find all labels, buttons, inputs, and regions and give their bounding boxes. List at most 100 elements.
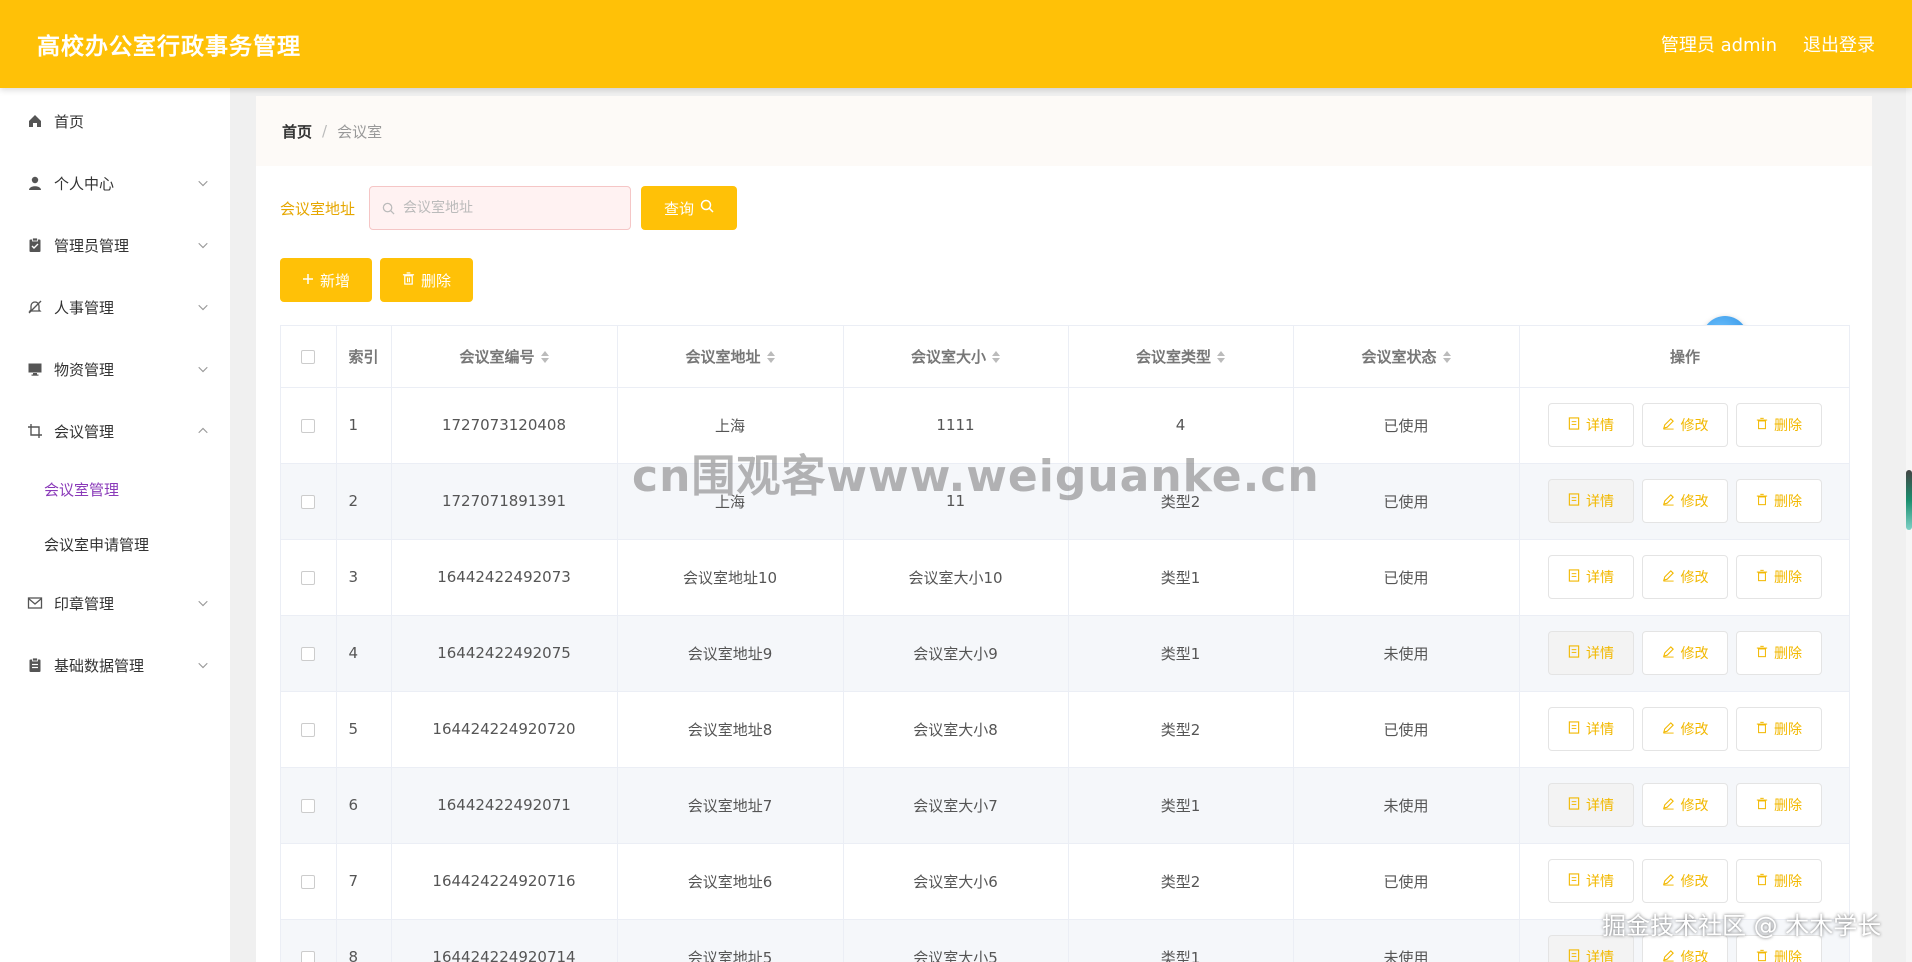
detail-button[interactable]: 详情 [1548, 631, 1634, 675]
search-input-wrapper[interactable] [369, 186, 632, 230]
breadcrumb: 首页 / 会议室 [256, 96, 1872, 166]
address-search-input[interactable] [403, 200, 614, 216]
chevron-down-icon [196, 300, 210, 314]
cell-code: 16442422492071 [391, 767, 618, 844]
cell-code: 1727071891391 [391, 463, 618, 540]
sort-caret-icon[interactable] [1442, 351, 1451, 364]
column-header-2[interactable]: 会议室地址 [617, 326, 844, 388]
batch-delete-button[interactable]: 删除 [380, 258, 474, 302]
document-icon [1568, 948, 1580, 962]
sidebar-item-items-4[interactable]: 物资管理 [0, 338, 230, 400]
sort-caret-icon[interactable] [540, 351, 549, 364]
table-row[interactable]: 4 16442422492075 会议室地址9 会议室大小9 类型1 未使用 详情 修改 删除 [281, 615, 1849, 692]
cell-type: 类型1 [1068, 919, 1294, 962]
cell-address: 会议室地址9 [617, 615, 844, 692]
detail-button[interactable]: 详情 [1548, 783, 1634, 827]
delete-button[interactable]: 删除 [1736, 403, 1822, 447]
app-title: 高校办公室行政事务管理 [37, 34, 301, 60]
search-icon [700, 199, 714, 217]
edit-button-label: 修改 [1680, 494, 1709, 510]
page-scrollbar-thumb[interactable] [1906, 470, 1912, 530]
clipboard-list-icon [26, 656, 44, 674]
logout-link[interactable]: 退出登录 [1803, 31, 1875, 57]
breadcrumb-home[interactable]: 首页 [282, 121, 312, 142]
sidebar-item-items-5[interactable]: 会议管理 [0, 400, 230, 462]
sidebar-item-items-3[interactable]: 人事管理 [0, 276, 230, 338]
row-checkbox[interactable] [301, 418, 316, 433]
row-checkbox[interactable] [301, 570, 316, 585]
edit-button[interactable]: 修改 [1642, 707, 1728, 751]
cell-address: 会议室地址5 [617, 919, 844, 962]
cell-index: 4 [336, 615, 392, 692]
sort-caret-icon[interactable] [992, 351, 1000, 364]
submenu-item-0[interactable]: 会议室管理 [0, 462, 230, 517]
column-header-5[interactable]: 会议室状态 [1293, 326, 1520, 388]
cell-type: 类型2 [1068, 843, 1294, 920]
edit-button-label: 修改 [1680, 418, 1709, 434]
sidebar-item-items_after-1[interactable]: 基础数据管理 [0, 634, 230, 696]
detail-button-label: 详情 [1586, 950, 1614, 962]
detail-button[interactable]: 详情 [1548, 859, 1634, 903]
monitor-icon [26, 360, 44, 378]
column-header-3[interactable]: 会议室大小 [843, 326, 1069, 388]
edit-icon [1662, 873, 1675, 890]
delete-button[interactable]: 删除 [1736, 555, 1822, 599]
cell-code: 16442422492075 [391, 615, 618, 692]
column-header-4[interactable]: 会议室类型 [1068, 326, 1294, 388]
row-checkbox[interactable] [301, 798, 316, 813]
trash-icon [1756, 797, 1768, 814]
row-actions: 详情 修改 删除 [1519, 615, 1849, 692]
row-checkbox[interactable] [301, 646, 316, 661]
row-checkbox[interactable] [301, 494, 316, 509]
sidebar-item-label: 会议管理 [54, 422, 115, 441]
meeting-room-table: 索引 会议室编号 会议室地址 会议室大小 会议室类型 会议室状态 操作 1 172707312… [280, 325, 1850, 962]
sort-caret-icon[interactable] [1217, 351, 1225, 364]
edit-button[interactable]: 修改 [1642, 555, 1728, 599]
detail-button-label: 详情 [1586, 570, 1614, 586]
chevron-up-icon [196, 424, 210, 438]
edit-button[interactable]: 修改 [1642, 859, 1728, 903]
table-row[interactable]: 6 16442422492071 会议室地址7 会议室大小7 类型1 未使用 详情 修改 删除 [281, 767, 1849, 844]
edit-button[interactable]: 修改 [1642, 783, 1728, 827]
column-header-1[interactable]: 会议室编号 [391, 326, 618, 388]
sidebar-item-items-1[interactable]: 个人中心 [0, 152, 230, 214]
cell-status: 未使用 [1293, 767, 1520, 844]
delete-button[interactable]: 删除 [1736, 479, 1822, 523]
edit-button[interactable]: 修改 [1642, 479, 1728, 523]
row-actions: 详情 修改 删除 [1519, 463, 1849, 540]
cell-status: 已使用 [1293, 463, 1520, 540]
row-checkbox[interactable] [301, 950, 316, 962]
cell-status: 已使用 [1293, 539, 1520, 616]
delete-button[interactable]: 删除 [1736, 707, 1822, 751]
delete-button[interactable]: 删除 [1736, 783, 1822, 827]
detail-button[interactable]: 详情 [1548, 479, 1634, 523]
sidebar-item-items-0[interactable]: 首页 [0, 90, 230, 152]
edit-icon [1662, 569, 1675, 586]
detail-button[interactable]: 详情 [1548, 555, 1634, 599]
column-header-label: 会议室大小 [910, 347, 986, 366]
column-header-label: 会议室地址 [685, 347, 761, 366]
table-row[interactable]: 3 16442422492073 会议室地址10 会议室大小10 类型1 已使用 详情 修改 删… [281, 539, 1849, 616]
row-checkbox[interactable] [301, 722, 316, 737]
trash-icon [1756, 417, 1768, 434]
admin-user-label[interactable]: 管理员 admin [1661, 31, 1777, 57]
edit-button[interactable]: 修改 [1642, 631, 1728, 675]
submenu-item-1[interactable]: 会议室申请管理 [0, 517, 230, 572]
sidebar-item-items_after-0[interactable]: 印章管理 [0, 572, 230, 634]
table-row[interactable]: 5 164424224920720 会议室地址8 会议室大小8 类型2 已使用 详情 修改 删除 [281, 691, 1849, 768]
add-button-label: 新增 [320, 271, 351, 290]
detail-button[interactable]: 详情 [1548, 403, 1634, 447]
cell-code: 16442422492073 [391, 539, 618, 616]
select-all-checkbox[interactable] [301, 349, 316, 364]
row-checkbox[interactable] [301, 874, 316, 889]
query-button[interactable]: 查询 [641, 186, 738, 230]
delete-button[interactable]: 删除 [1736, 859, 1822, 903]
sort-caret-icon[interactable] [766, 351, 775, 364]
edit-button[interactable]: 修改 [1642, 403, 1728, 447]
sidebar-item-items-2[interactable]: 管理员管理 [0, 214, 230, 276]
row-select-cell [281, 463, 337, 540]
mail-icon [26, 594, 44, 612]
detail-button[interactable]: 详情 [1548, 707, 1634, 751]
delete-button[interactable]: 删除 [1736, 631, 1822, 675]
add-button[interactable]: 新增 [280, 258, 373, 302]
